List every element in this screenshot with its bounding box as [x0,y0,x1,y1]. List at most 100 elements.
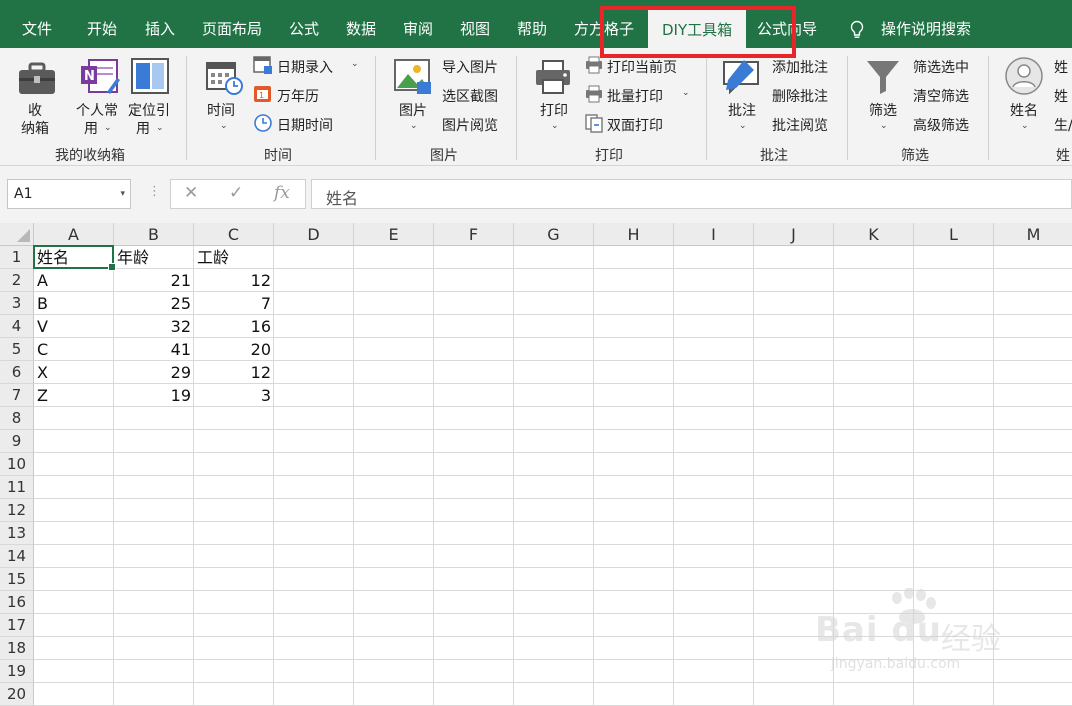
row-header-7[interactable]: 7 [0,384,34,407]
cell-c2[interactable]: 12 [194,269,274,291]
chevron-down-icon[interactable]: ⌄ [880,121,888,131]
column-header-b[interactable]: B [114,223,194,246]
delete-comment-label[interactable]: 删除批注 [772,86,828,106]
duplex-print-icon[interactable] [584,113,604,133]
row-header-19[interactable]: 19 [0,660,34,683]
name-button-label[interactable]: 姓名 [1010,100,1038,120]
cell-b4[interactable]: 32 [114,315,194,337]
add-comment-label[interactable]: 添加批注 [772,57,828,77]
date-entry-label[interactable]: 日期录入 [277,57,333,77]
filter-button-label[interactable]: 筛选 [869,100,897,120]
toolbox-icon[interactable] [17,60,57,96]
row-header-2[interactable]: 2 [0,269,34,292]
filter-icon[interactable] [864,58,902,96]
cell-a7[interactable]: Z [34,384,114,406]
row-header-6[interactable]: 6 [0,361,34,384]
comment-button-label[interactable]: 批注 [728,100,756,120]
tab-home[interactable]: 开始 [87,0,117,48]
row-header-11[interactable]: 11 [0,476,34,499]
printer-icon[interactable] [533,59,573,95]
cell-b6[interactable]: 29 [114,361,194,383]
row-header-17[interactable]: 17 [0,614,34,637]
chevron-down-icon[interactable]: ⌄ [104,123,112,133]
onenote-icon[interactable]: N [79,56,121,96]
tell-me-search[interactable]: 操作说明搜索 [881,0,971,48]
chevron-down-icon[interactable]: ⌄ [1021,121,1029,131]
storage-box-button-label[interactable]: 收 [28,100,42,120]
cell-a2[interactable]: A [34,269,114,291]
person-icon[interactable] [1004,56,1044,96]
batch-print-icon[interactable] [584,84,604,104]
locate-ref-button-label-2[interactable]: 用 [136,118,150,138]
picture-button-label[interactable]: 图片 [399,100,427,120]
print-button-label[interactable]: 打印 [540,100,568,120]
row-header-3[interactable]: 3 [0,292,34,315]
perpetual-calendar-label[interactable]: 万年历 [277,86,319,106]
print-current-page-label[interactable]: 打印当前页 [607,57,677,77]
comment-icon[interactable] [720,56,762,96]
browse-comment-label[interactable]: 批注阅览 [772,115,828,135]
row-header-1[interactable]: 1 [0,246,34,269]
column-header-f[interactable]: F [434,223,514,246]
storage-box-button-label-2[interactable]: 纳箱 [21,118,49,138]
row-header-18[interactable]: 18 [0,637,34,660]
column-header-a[interactable]: A [34,223,114,246]
duplex-print-label[interactable]: 双面打印 [607,115,663,135]
column-header-j[interactable]: J [754,223,834,246]
surname-item-2-label[interactable]: 姓 [1054,86,1068,106]
enter-check-icon[interactable]: ✓ [229,183,243,203]
column-header-k[interactable]: K [834,223,914,246]
cell-a6[interactable]: X [34,361,114,383]
surname-item-1-label[interactable]: 姓 [1054,57,1068,77]
picture-browse-label[interactable]: 图片阅览 [442,115,498,135]
tab-file[interactable]: 文件 [22,0,52,48]
row-header-15[interactable]: 15 [0,568,34,591]
personal-button-label[interactable]: 个人常 [76,100,118,120]
cell-a3[interactable]: B [34,292,114,314]
cell-a4[interactable]: V [34,315,114,337]
chevron-down-icon[interactable]: ⌄ [220,121,228,131]
generate-item-label[interactable]: 生/ [1054,115,1072,135]
batch-print-label[interactable]: 批量打印 [607,86,663,106]
name-box[interactable]: A1 ▾ [7,179,131,209]
row-header-20[interactable]: 20 [0,683,34,706]
chevron-down-icon[interactable]: ⌄ [410,121,418,131]
row-header-16[interactable]: 16 [0,591,34,614]
calendar-clock-icon[interactable] [205,59,243,95]
tab-page-layout[interactable]: 页面布局 [202,0,262,48]
import-picture-label[interactable]: 导入图片 [442,57,498,77]
select-all-button[interactable] [0,223,34,246]
column-header-e[interactable]: E [354,223,434,246]
date-time-label[interactable]: 日期时间 [277,115,333,135]
tab-help[interactable]: 帮助 [517,0,547,48]
chevron-down-icon[interactable]: ⌄ [156,123,164,133]
filter-selected-label[interactable]: 筛选选中 [913,57,969,77]
date-entry-icon[interactable] [253,55,273,75]
cell-c7[interactable]: 3 [194,384,274,406]
cell-b7[interactable]: 19 [114,384,194,406]
column-header-l[interactable]: L [914,223,994,246]
row-header-13[interactable]: 13 [0,522,34,545]
tab-view[interactable]: 视图 [460,0,490,48]
insert-function-icon[interactable]: fx [274,183,290,203]
locate-ref-button-label[interactable]: 定位引 [128,100,170,120]
column-header-h[interactable]: H [594,223,674,246]
chevron-down-icon[interactable]: ▾ [120,189,125,199]
cell-b1[interactable]: 年龄 [114,246,194,268]
locate-reference-icon[interactable] [130,57,170,95]
cell-b3[interactable]: 25 [114,292,194,314]
tab-review[interactable]: 审阅 [403,0,433,48]
chevron-down-icon[interactable]: ⌄ [682,88,690,98]
cell-c6[interactable]: 12 [194,361,274,383]
chevron-down-icon[interactable]: ⌄ [739,121,747,131]
personal-button-label-2[interactable]: 用 [84,118,98,138]
drag-handle-icon[interactable]: ⋮ [148,184,161,199]
row-header-12[interactable]: 12 [0,499,34,522]
tab-formulas[interactable]: 公式 [289,0,319,48]
cancel-icon[interactable]: ✕ [184,183,198,203]
cell-a5[interactable]: C [34,338,114,360]
cell-c5[interactable]: 20 [194,338,274,360]
cell-b5[interactable]: 41 [114,338,194,360]
cell-c1[interactable]: 工龄 [194,246,274,268]
column-header-g[interactable]: G [514,223,594,246]
